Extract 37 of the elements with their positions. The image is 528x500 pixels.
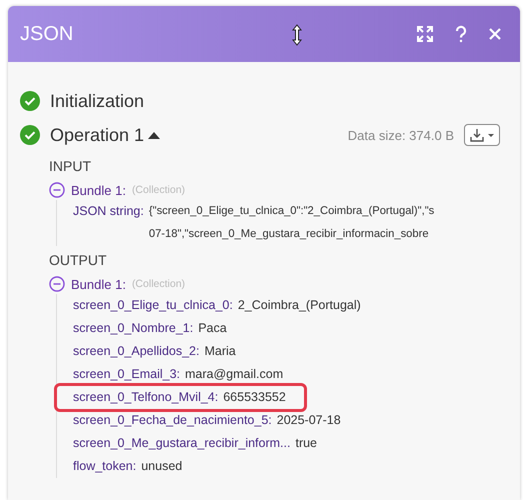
bundle-label[interactable]: Bundle 1:	[71, 182, 126, 198]
field-value: mara@gmail.com	[185, 366, 284, 383]
field-key: flow_token:	[73, 455, 136, 478]
field-value: 2_Coimbra_(Portugal)	[238, 297, 361, 314]
section-heading: OUTPUT	[49, 252, 108, 268]
field-key: screen_0_Apellidos_2:	[73, 340, 200, 363]
field-value: 665533552	[223, 389, 286, 406]
field-key: screen_0_Telfono_Mvil_4:	[73, 386, 218, 409]
field-value: {"screen_0_Elige_tu_clnica_0":"2_Coimbra_(Portugal)","s	[148, 204, 434, 219]
field-key: JSON string:	[73, 200, 144, 223]
stage-label[interactable]: Operation 1	[50, 124, 144, 146]
field-value: unused	[141, 458, 182, 475]
section-heading: INPUT	[49, 158, 92, 174]
resize-cursor-icon	[292, 24, 302, 46]
bundle-label[interactable]: Bundle 1:	[71, 276, 126, 292]
download-button[interactable]	[464, 124, 500, 146]
stage-label[interactable]: Initialization	[50, 90, 144, 112]
field-key: screen_0_Me_gustara_recibir_inform...	[73, 432, 290, 455]
field-key: screen_0_Email_3:	[73, 363, 180, 386]
close-icon[interactable]	[488, 27, 502, 41]
type-label: (Collection)	[132, 184, 186, 196]
collapse-icon[interactable]	[49, 182, 65, 198]
field-value: Paca	[198, 320, 227, 337]
field-key: screen_0_Elige_tu_clnica_0:	[73, 294, 233, 317]
expand-icon[interactable]	[416, 25, 434, 43]
caret-up-icon[interactable]	[148, 131, 160, 139]
field-value: true	[295, 435, 318, 452]
collapse-icon[interactable]	[49, 276, 65, 292]
field-key: screen_0_Fecha_de_nacimiento_5:	[73, 409, 272, 432]
help-icon[interactable]	[454, 25, 468, 43]
data-size-label: Data size: 374.0 B	[348, 128, 454, 142]
type-label: (Collection)	[132, 278, 186, 290]
field-value: 2025-07-18	[276, 412, 341, 429]
field-value: Maria	[204, 343, 236, 360]
window-title: JSON	[20, 22, 74, 46]
field-key: screen_0_Nombre_1:	[73, 317, 194, 340]
field-value: 07-18","screen_0_Me_gustara_recibir_informacin_sobre	[148, 227, 430, 242]
